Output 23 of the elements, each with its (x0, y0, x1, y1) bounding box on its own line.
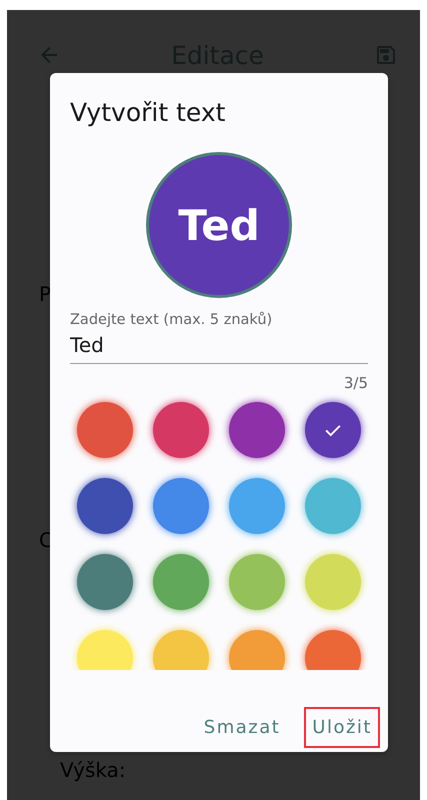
color-swatch[interactable] (77, 554, 133, 610)
avatar-preview: Ted (146, 152, 292, 298)
color-swatch[interactable] (305, 630, 361, 670)
color-swatch[interactable] (77, 630, 133, 670)
color-swatch[interactable] (229, 554, 285, 610)
color-swatch[interactable] (153, 554, 209, 610)
color-swatch[interactable] (153, 402, 209, 458)
color-swatch[interactable] (153, 630, 209, 670)
color-swatch[interactable] (77, 402, 133, 458)
color-swatch[interactable] (305, 554, 361, 610)
color-swatch[interactable] (229, 478, 285, 534)
delete-button[interactable]: Smazat (196, 707, 288, 748)
save-button[interactable]: Uložit (304, 707, 380, 748)
color-swatch[interactable] (153, 478, 209, 534)
field-label: Zadejte text (max. 5 znaků) (70, 310, 274, 330)
text-input[interactable]: Ted (70, 333, 368, 364)
character-counter: 3/5 (344, 374, 368, 392)
dialog-title: Vytvořit text (70, 97, 226, 129)
color-swatch[interactable] (77, 478, 133, 534)
color-swatch[interactable] (229, 630, 285, 670)
color-swatch[interactable] (229, 402, 285, 458)
color-swatch[interactable] (305, 402, 361, 458)
color-swatch[interactable] (305, 478, 361, 534)
